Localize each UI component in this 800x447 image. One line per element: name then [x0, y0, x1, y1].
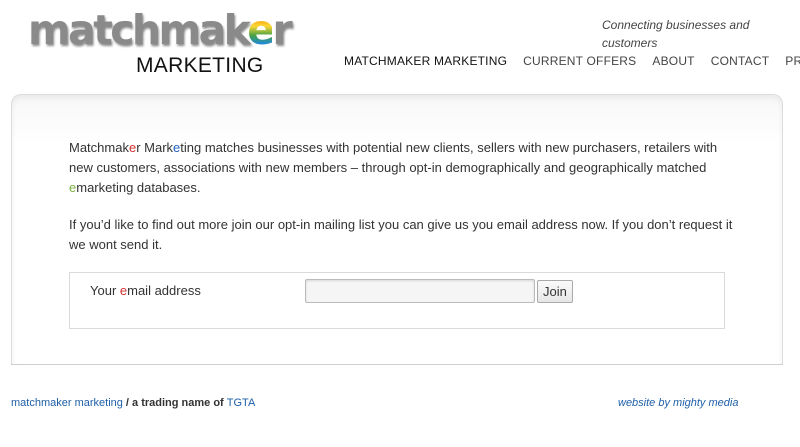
intro-seg-3: r Mark [136, 140, 174, 155]
email-label-pre: Your [90, 283, 120, 298]
logo-wordmark: matchmaker [28, 6, 293, 54]
footer-credits: matchmaker marketing / a trading name of… [11, 397, 255, 409]
logo-wordmark-prefix: matchmak [28, 6, 250, 54]
email-input[interactable] [305, 279, 535, 303]
nav-item-matchmaker-marketing[interactable]: MATCHMAKER MARKETING [344, 54, 507, 68]
nav-item-current-offers[interactable]: CURRENT OFFERS [523, 54, 636, 68]
intro-seg-7: marketing databases. [76, 180, 201, 195]
nav-item-privacy[interactable]: PRIVACY [785, 54, 800, 68]
footer-brand-link[interactable]: matchmaker marketing [11, 397, 123, 409]
logo-rainbow-letter: e [247, 6, 275, 54]
site-tagline: Connecting businesses and customers [602, 18, 750, 50]
panel-divider [11, 364, 783, 365]
nav-item-contact[interactable]: CONTACT [711, 54, 770, 68]
nav-item-about[interactable]: ABOUT [652, 54, 694, 68]
email-label: Your email address [90, 283, 201, 298]
logo-subtitle: MARKETING [136, 54, 264, 77]
intro-seg-1: Matchmak [69, 140, 129, 155]
site-logo[interactable]: matchmaker MARKETING [28, 8, 293, 77]
signup-paragraph: If you’d like to find out more join our … [69, 217, 733, 252]
email-label-post: mail address [127, 283, 201, 298]
main-nav: MATCHMAKER MARKETING CURRENT OFFERS ABOU… [344, 54, 800, 68]
email-signup-form: Your email address Join [69, 272, 725, 329]
footer-org-link[interactable]: TGTA [227, 397, 256, 409]
join-button[interactable]: Join [537, 280, 573, 303]
footer-website-credit[interactable]: website by mighty media [618, 397, 738, 409]
footer-trading-name: / a trading name of [122, 397, 227, 409]
logo-wordmark-suffix: r [272, 6, 292, 54]
intro-paragraph: Matchmaker Marketing matches businesses … [69, 138, 739, 198]
